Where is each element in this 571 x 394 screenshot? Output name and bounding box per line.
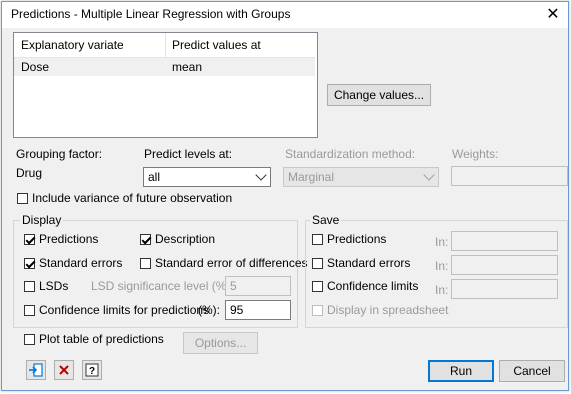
- clear-icon[interactable]: [54, 360, 74, 380]
- lsds-label: LSDs: [39, 279, 69, 293]
- lsds-checkbox[interactable]: [24, 281, 35, 292]
- plot-table-checkbox[interactable]: [24, 334, 35, 345]
- svg-text:?: ?: [89, 366, 95, 377]
- save-predictions-label: Predictions: [327, 232, 387, 246]
- weights-label: Weights:: [452, 147, 499, 161]
- sed-label: Standard error of differences: [155, 256, 308, 270]
- cell-value[interactable]: mean: [172, 60, 202, 74]
- close-icon[interactable]: ✕: [542, 4, 564, 26]
- grouping-factor-value: Drug: [16, 166, 43, 180]
- column-header-explanatory-variate[interactable]: Explanatory variate: [21, 38, 124, 52]
- help-icon[interactable]: ?: [82, 360, 102, 380]
- include-variance-checkbox[interactable]: [17, 193, 28, 204]
- title-bar: Predictions - Multiple Linear Regression…: [2, 2, 568, 28]
- column-header-predict-values-at[interactable]: Predict values at: [172, 38, 261, 52]
- description-checkbox[interactable]: [140, 234, 151, 245]
- display-in-spreadsheet-checkbox[interactable]: [312, 305, 323, 316]
- display-group-title: Display: [20, 213, 64, 227]
- import-settings-icon[interactable]: [26, 360, 46, 380]
- standardization-select[interactable]: Marginal: [283, 167, 439, 187]
- description-label: Description: [155, 232, 216, 246]
- standard-errors-label: Standard errors: [39, 256, 123, 270]
- standard-errors-checkbox[interactable]: [24, 258, 35, 269]
- standardization-label: Standardization method:: [285, 147, 416, 161]
- table-header: Explanatory variate Predict values at: [14, 33, 315, 58]
- variate-table: Explanatory variate Predict values at Do…: [13, 32, 318, 138]
- table-row[interactable]: Dose mean: [14, 58, 315, 76]
- confidence-limits-checkbox[interactable]: [24, 305, 35, 316]
- cell-variate: Dose: [21, 60, 50, 74]
- predict-levels-value: all: [148, 170, 161, 184]
- weights-field[interactable]: [451, 166, 568, 186]
- include-variance-label: Include variance of future observation: [32, 191, 233, 205]
- display-in-spreadsheet-label: Display in spreadsheet: [327, 303, 449, 317]
- pct-label: (%):: [198, 303, 220, 317]
- lsd-level-label: LSD significance level (%):: [91, 279, 234, 293]
- save-confidence-limits-field[interactable]: [451, 279, 558, 299]
- column-divider: [165, 33, 166, 57]
- save-predictions-checkbox[interactable]: [312, 234, 323, 245]
- save-standard-errors-in-label: In:: [435, 259, 449, 273]
- grouping-factor-label: Grouping factor:: [16, 147, 103, 161]
- save-group-title: Save: [310, 213, 342, 227]
- run-button[interactable]: Run: [428, 360, 494, 382]
- confidence-limits-label: Confidence limits for predictions: [39, 303, 210, 317]
- predict-levels-label: Predict levels at:: [144, 147, 233, 161]
- sed-checkbox[interactable]: [140, 258, 151, 269]
- chevron-down-icon: [423, 169, 435, 181]
- save-confidence-limits-label: Confidence limits: [327, 279, 419, 293]
- save-predictions-in-label: In:: [435, 235, 449, 249]
- plot-table-label: Plot table of predictions: [39, 332, 164, 346]
- standardization-value: Marginal: [288, 170, 335, 184]
- lsd-level-field[interactable]: 5: [225, 276, 291, 296]
- options-button[interactable]: Options...: [183, 332, 258, 354]
- change-values-button[interactable]: Change values...: [327, 84, 431, 106]
- save-confidence-limits-in-label: In:: [435, 283, 449, 297]
- predictions-checkbox[interactable]: [24, 234, 35, 245]
- predictions-label: Predictions: [39, 232, 99, 246]
- pct-field[interactable]: 95: [225, 300, 291, 320]
- chevron-down-icon: [255, 169, 267, 181]
- save-predictions-field[interactable]: [451, 231, 558, 251]
- save-confidence-limits-checkbox[interactable]: [312, 281, 323, 292]
- save-standard-errors-field[interactable]: [451, 255, 558, 275]
- predict-levels-select[interactable]: all: [143, 167, 271, 187]
- save-standard-errors-checkbox[interactable]: [312, 258, 323, 269]
- predictions-dialog: Predictions - Multiple Linear Regression…: [1, 1, 569, 391]
- window-title: Predictions - Multiple Linear Regression…: [11, 7, 291, 21]
- cancel-button[interactable]: Cancel: [499, 360, 565, 382]
- save-standard-errors-label: Standard errors: [327, 256, 411, 270]
